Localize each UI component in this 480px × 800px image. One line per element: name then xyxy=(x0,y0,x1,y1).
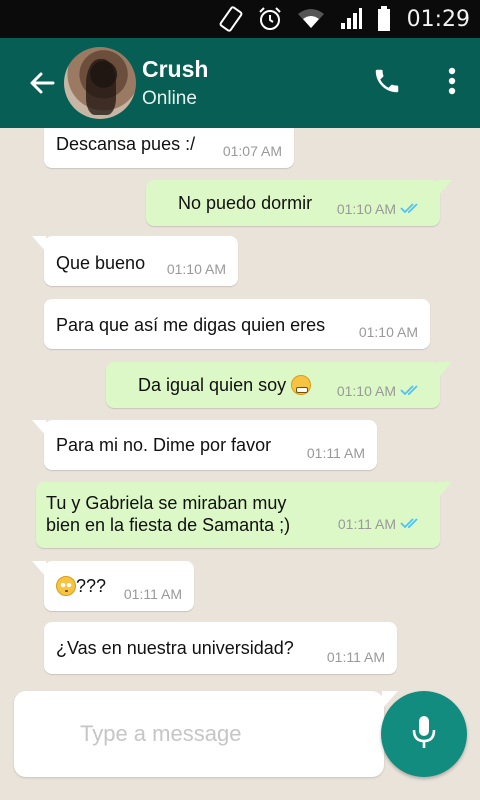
message-meta: 01:10 AM xyxy=(359,324,418,340)
message-meta: 01:11 AM xyxy=(327,649,385,665)
message-text: ??? xyxy=(56,575,106,597)
contact-info[interactable]: Crush Online xyxy=(142,55,208,112)
message-time: 01:07 AM xyxy=(222,143,282,159)
message-time: 01:11 AM xyxy=(306,445,365,461)
phone-icon[interactable] xyxy=(372,66,402,101)
message-time: 01:11 AM xyxy=(123,586,182,602)
clock: 01:29 xyxy=(406,6,470,32)
message-time: 01:10 AM xyxy=(166,261,226,277)
message-incoming[interactable]: Para mi no. Dime por favor 01:11 AM xyxy=(32,420,377,470)
double-check-icon xyxy=(400,201,422,217)
message-time: 01:10 AM xyxy=(358,324,418,340)
contact-name: Crush xyxy=(142,55,209,82)
mic-button[interactable] xyxy=(381,691,467,777)
message-time: 01:10 AM xyxy=(336,201,396,217)
message-meta: 01:11 AM xyxy=(124,586,182,602)
message-incoming[interactable]: Que bueno 01:10 AM xyxy=(32,236,238,286)
double-check-icon xyxy=(400,516,422,532)
message-meta: 01:10 AM xyxy=(337,383,422,399)
signal-icon xyxy=(339,7,363,31)
more-vert-icon[interactable] xyxy=(448,67,456,100)
message-time: 01:10 AM xyxy=(336,383,396,399)
message-text: Para mi no. Dime por favor xyxy=(56,435,272,455)
message-text: Tu y Gabriela se miraban muy bien en la … xyxy=(46,493,291,535)
message-text: ¿Vas en nuestra universidad? xyxy=(56,638,294,658)
wifi-icon xyxy=(297,8,325,30)
message-text: Da igual quien soy xyxy=(138,374,312,396)
double-check-icon xyxy=(400,383,422,399)
message-meta: 01:11 AM xyxy=(338,516,422,532)
message-input[interactable] xyxy=(80,717,360,751)
message-text: Para que así me digas quien eres xyxy=(56,315,326,335)
message-incoming[interactable]: ??? 01:11 AM xyxy=(32,561,194,611)
message-incoming[interactable]: Descansa pues :/ 01:07 AM xyxy=(44,128,294,168)
flushed-face-icon xyxy=(56,576,76,596)
message-incoming[interactable]: Para que así me digas quien eres 01:10 A… xyxy=(44,299,430,349)
message-meta: 01:07 AM xyxy=(223,143,282,159)
message-list[interactable]: Descansa pues :/ 01:07 AM No puedo dormi… xyxy=(0,128,480,700)
back-arrow-icon[interactable] xyxy=(20,61,64,105)
message-text: Que bueno xyxy=(56,253,146,273)
header-actions xyxy=(372,38,456,128)
message-meta: 01:10 AM xyxy=(167,261,226,277)
status-bar: 01:29 xyxy=(0,0,480,38)
rotate-icon xyxy=(219,6,243,32)
grimacing-face-icon xyxy=(291,375,312,395)
message-incoming[interactable]: ¿Vas en nuestra universidad? 01:11 AM xyxy=(44,622,397,674)
message-outgoing[interactable]: Tu y Gabriela se miraban muy bien en la … xyxy=(36,482,452,548)
mic-icon xyxy=(410,714,438,755)
alarm-icon xyxy=(257,6,283,32)
message-outgoing[interactable]: No puedo dormir 01:10 AM xyxy=(146,180,452,226)
chat-header: Crush Online xyxy=(0,38,480,128)
contact-status: Online xyxy=(142,87,197,109)
message-time: 01:11 AM xyxy=(326,649,385,665)
avatar[interactable] xyxy=(64,47,136,119)
message-composer xyxy=(14,691,398,777)
message-meta: 01:11 AM xyxy=(307,445,365,461)
message-text: No puedo dormir xyxy=(178,193,313,213)
message-outgoing[interactable]: Da igual quien soy 01:10 AM xyxy=(106,362,452,408)
battery-icon xyxy=(377,6,391,32)
message-text: Descansa pues :/ xyxy=(56,134,196,154)
message-meta: 01:10 AM xyxy=(337,201,422,217)
message-time: 01:11 AM xyxy=(337,516,396,532)
